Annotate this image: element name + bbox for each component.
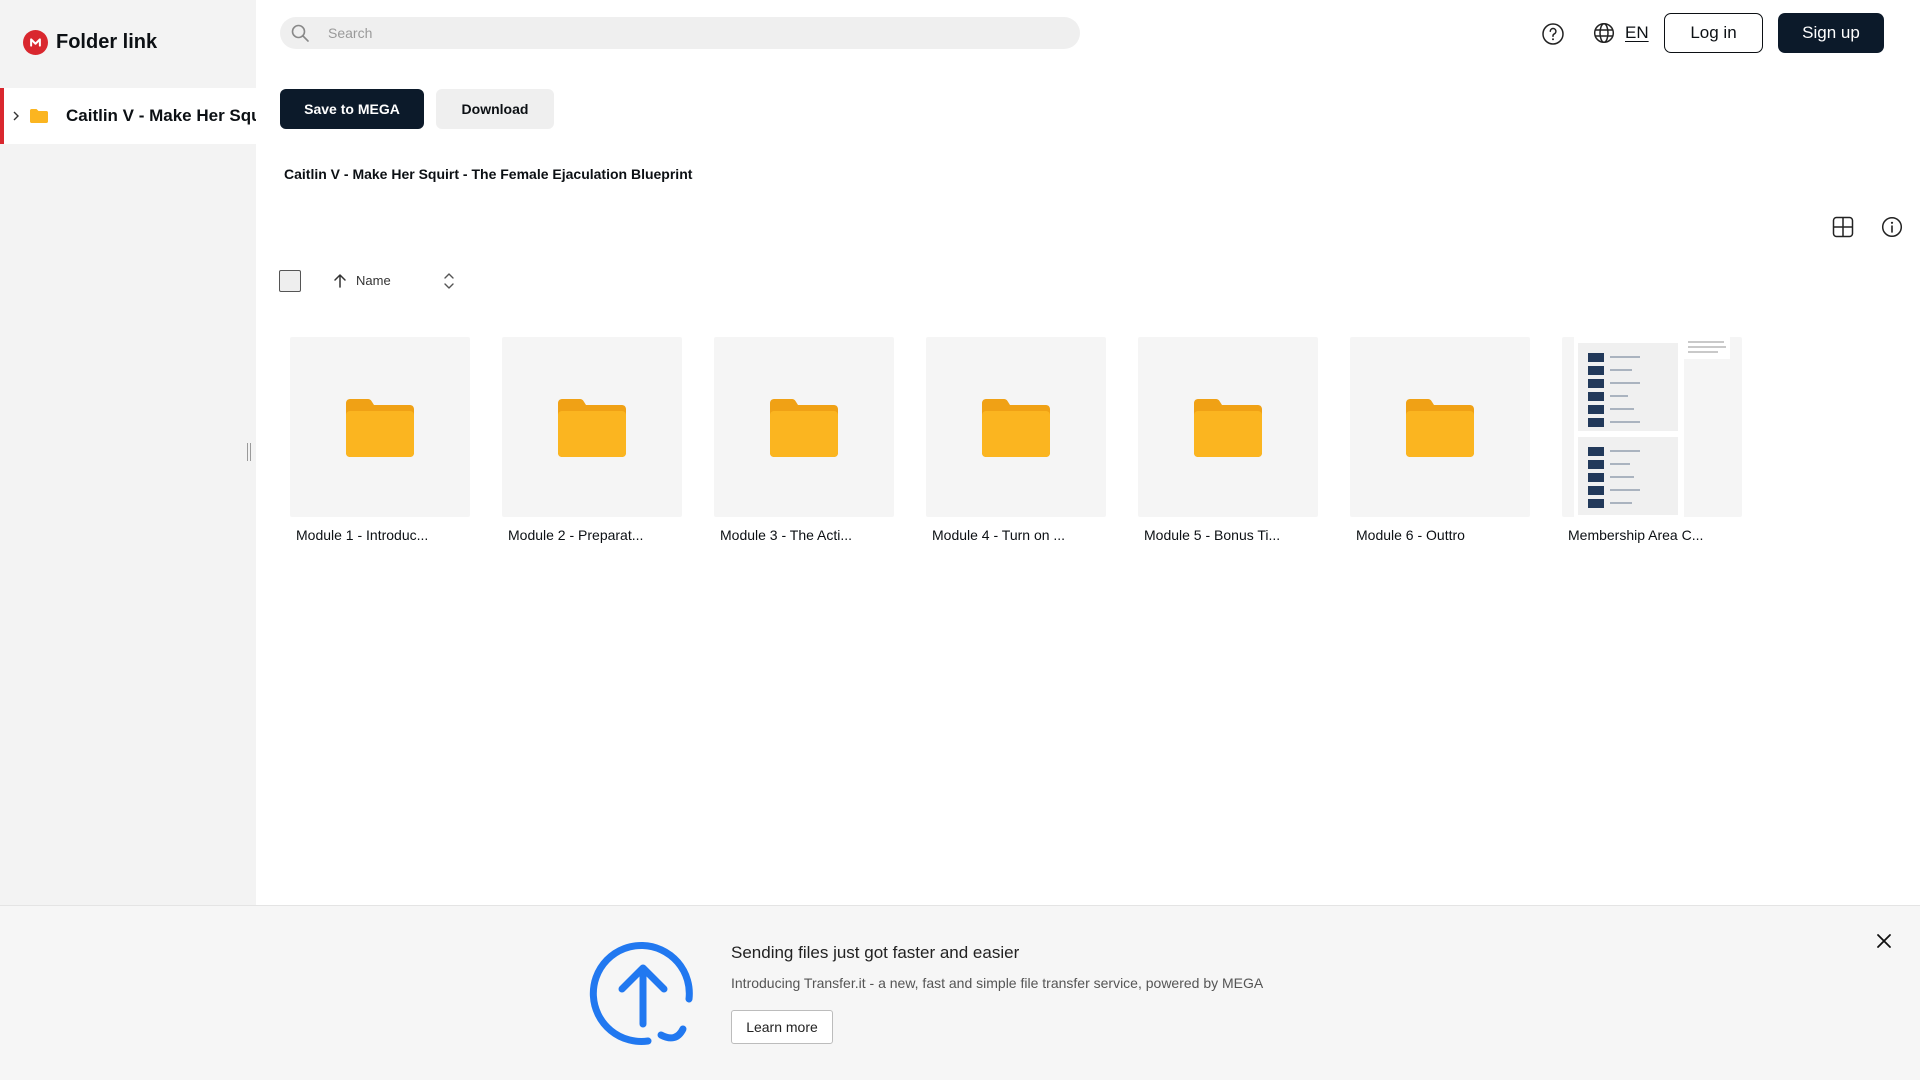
search-bar[interactable] xyxy=(280,17,1080,49)
folder-thumbnail[interactable] xyxy=(714,337,894,517)
sidebar-item-label: Caitlin V - Make Her Squirt - The Female… xyxy=(66,106,256,125)
folder-card[interactable]: Module 6 - Outtro xyxy=(1350,337,1530,543)
item-name: Module 4 - Turn on ... xyxy=(932,527,1066,543)
save-to-mega-button[interactable]: Save to MEGA xyxy=(280,89,424,129)
globe-icon[interactable] xyxy=(1593,22,1615,44)
document-note xyxy=(1684,337,1730,359)
folder-icon xyxy=(982,399,1050,457)
brand-title: Folder link xyxy=(56,31,158,53)
info-icon[interactable] xyxy=(1881,216,1903,238)
item-name: Module 1 - Introduc... xyxy=(296,527,429,543)
banner-description: Introducing Transfer.it - a new, fast an… xyxy=(731,975,1264,991)
grid-view-icon[interactable] xyxy=(1832,216,1854,238)
language-selector[interactable]: EN xyxy=(1625,23,1649,43)
folder-card[interactable]: Module 1 - Introduc... xyxy=(290,337,470,543)
document-preview xyxy=(1574,337,1684,517)
image-card[interactable]: Membership Area C... xyxy=(1562,337,1742,543)
login-button[interactable]: Log in xyxy=(1664,13,1763,53)
promo-banner: Sending files just got faster and easier… xyxy=(0,905,1920,1080)
folder-thumbnail[interactable] xyxy=(290,337,470,517)
folder-icon xyxy=(558,399,626,457)
item-name: Module 6 - Outtro xyxy=(1356,527,1465,543)
sidebar: Folder link Caitlin V - Make Her Squirt … xyxy=(0,0,256,905)
download-button[interactable]: Download xyxy=(436,89,554,129)
upload-circle-icon xyxy=(588,939,698,1049)
sort-by-name[interactable]: Name xyxy=(356,273,391,288)
signup-button[interactable]: Sign up xyxy=(1778,13,1884,53)
brand[interactable]: Folder link xyxy=(23,30,157,55)
folder-icon xyxy=(346,399,414,457)
close-icon[interactable] xyxy=(1875,932,1893,950)
folder-icon xyxy=(1406,399,1474,457)
folder-icon xyxy=(770,399,838,457)
folder-card[interactable]: Module 5 - Bonus Ti... xyxy=(1138,337,1318,543)
folder-thumbnail[interactable] xyxy=(926,337,1106,517)
item-name: Membership Area C... xyxy=(1568,527,1704,543)
folder-icon xyxy=(29,108,49,124)
sort-toggle-icon[interactable] xyxy=(441,271,457,291)
item-name: Module 2 - Preparat... xyxy=(508,527,644,543)
learn-more-button[interactable]: Learn more xyxy=(731,1010,833,1044)
search-icon xyxy=(290,23,310,43)
mega-logo-icon xyxy=(23,30,48,55)
folder-icon xyxy=(1194,399,1262,457)
folder-thumbnail[interactable] xyxy=(502,337,682,517)
breadcrumb[interactable]: Caitlin V - Make Her Squirt - The Female… xyxy=(284,166,692,182)
folder-card[interactable]: Module 2 - Preparat... xyxy=(502,337,682,543)
folder-thumbnail[interactable] xyxy=(1138,337,1318,517)
folder-card[interactable]: Module 3 - The Acti... xyxy=(714,337,894,543)
file-grid: Module 1 - Introduc... Module 2 - Prepar… xyxy=(290,337,1742,543)
search-input[interactable] xyxy=(328,25,1028,41)
help-icon[interactable] xyxy=(1541,22,1565,46)
folder-thumbnail[interactable] xyxy=(1350,337,1530,517)
banner-title: Sending files just got faster and easier xyxy=(731,943,1020,962)
item-name: Module 5 - Bonus Ti... xyxy=(1144,527,1281,543)
arrow-up-icon[interactable] xyxy=(332,273,348,289)
sidebar-tree-item[interactable]: Caitlin V - Make Her Squirt - The Female… xyxy=(0,88,256,144)
folder-card[interactable]: Module 4 - Turn on ... xyxy=(926,337,1106,543)
image-thumbnail[interactable] xyxy=(1562,337,1742,517)
select-all-checkbox[interactable] xyxy=(279,270,301,292)
chevron-right-icon[interactable] xyxy=(12,111,20,121)
item-name: Module 3 - The Acti... xyxy=(720,527,853,543)
sidebar-resize-handle[interactable] xyxy=(247,443,253,461)
